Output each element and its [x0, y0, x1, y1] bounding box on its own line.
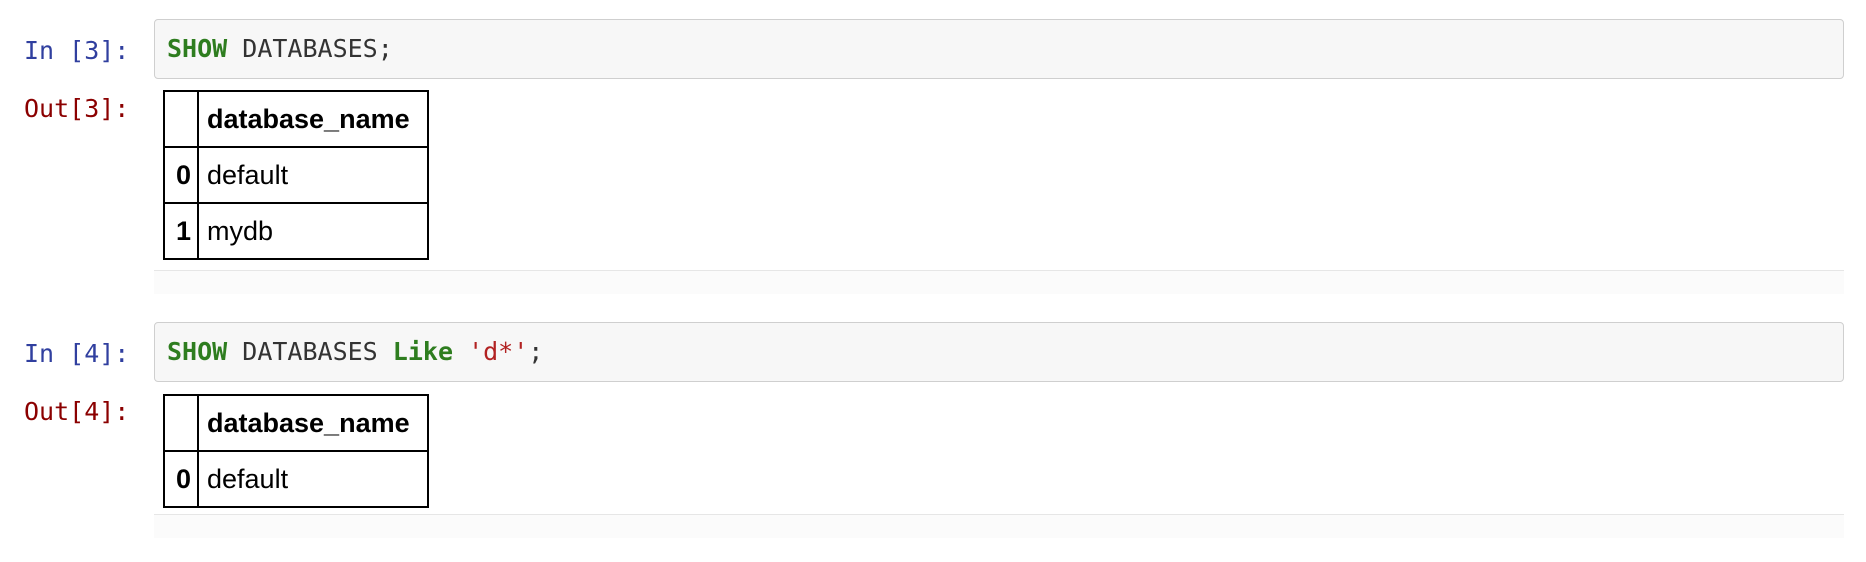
table-row: 1 mydb [163, 202, 429, 260]
sql-keyword: SHOW [167, 34, 228, 63]
table-cell: default [197, 146, 429, 204]
column-header: database_name [197, 90, 429, 148]
output-prompt: Out[3]: [24, 94, 130, 123]
output-prompt: Out[4]: [24, 397, 130, 426]
output-dataframe-table: database_name 0 default 1 mydb [163, 90, 429, 260]
column-header: database_name [197, 394, 429, 452]
output-dataframe-table: database_name 0 default [163, 394, 429, 508]
index-header [163, 90, 199, 148]
table-header-row: database_name [163, 90, 429, 148]
sql-keyword: SHOW [167, 337, 228, 366]
sql-string-literal: 'd*' [468, 337, 529, 366]
sql-text: ; [528, 337, 544, 366]
code-line: SHOW DATABASES Like 'd*'; [167, 337, 543, 367]
sql-text: DATABASES [227, 337, 393, 366]
code-input-area[interactable]: SHOW DATABASES Like 'd*'; [154, 322, 1844, 382]
output-area-separator [154, 270, 1844, 294]
output-area-separator [154, 514, 1844, 538]
code-input-area[interactable]: SHOW DATABASES; [154, 19, 1844, 79]
input-prompt: In [4]: [24, 339, 130, 368]
row-index: 0 [163, 146, 199, 204]
table-row: 0 default [163, 146, 429, 204]
index-header [163, 394, 199, 452]
input-prompt: In [3]: [24, 36, 130, 65]
code-line: SHOW DATABASES; [167, 34, 393, 64]
row-index: 0 [163, 450, 199, 508]
table-header-row: database_name [163, 394, 429, 452]
row-index: 1 [163, 202, 199, 260]
table-row: 0 default [163, 450, 429, 508]
table-cell: mydb [197, 202, 429, 260]
table-cell: default [197, 450, 429, 508]
sql-keyword: Like [392, 337, 454, 366]
sql-text: DATABASES; [227, 34, 393, 63]
